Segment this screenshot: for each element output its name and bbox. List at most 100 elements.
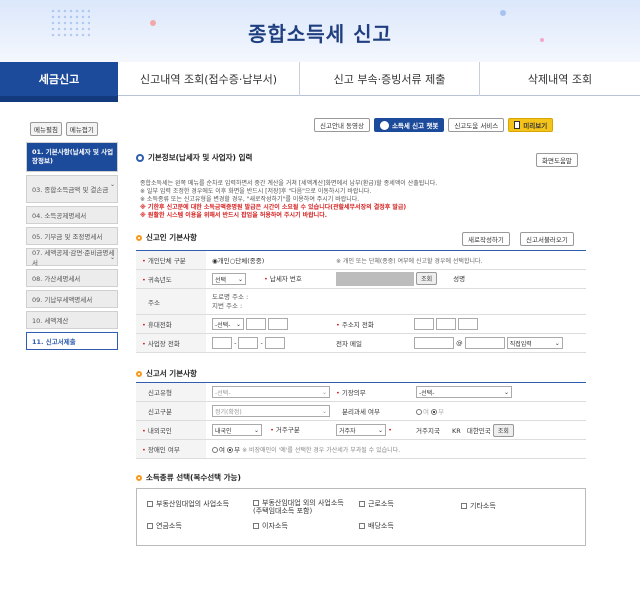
tab-deleted[interactable]: 삭제내역 조회 bbox=[480, 62, 640, 96]
biz-phone-1[interactable] bbox=[212, 337, 232, 349]
separate-tax-label: 분리과세 여부 bbox=[342, 408, 380, 416]
option-label: 부동산임대업의 사업소득 bbox=[156, 500, 230, 508]
nationality-select[interactable]: 내국인 ⌄ bbox=[212, 424, 262, 436]
new-write-button[interactable]: 새로작성하기 bbox=[462, 232, 510, 246]
checkbox[interactable] bbox=[253, 523, 259, 529]
video-guide-button[interactable]: 신고안내 동영상 bbox=[314, 118, 370, 132]
chatbot-label: 소득세 신고 챗봇 bbox=[391, 122, 439, 130]
report-kind-value: 정기(확정) bbox=[215, 408, 242, 416]
menu-expand-button[interactable]: 메뉴펼침 bbox=[30, 122, 62, 136]
income-option[interactable]: 이자소득 bbox=[253, 521, 288, 531]
home-phone-2[interactable] bbox=[436, 318, 457, 330]
label-text: 주소 bbox=[148, 298, 160, 307]
sidebar-item-submit[interactable]: 11. 신고서제출 bbox=[26, 332, 118, 350]
sidebar-item-calc[interactable]: 10. 세액계산 bbox=[26, 311, 118, 329]
email-label: 전자 메일 bbox=[336, 340, 362, 348]
checkbox[interactable] bbox=[359, 501, 365, 507]
year-label: • 귀속년도 bbox=[136, 269, 206, 289]
header-banner: 종합소득세 신고 bbox=[0, 0, 640, 62]
help-service-button[interactable]: 신고도움 서비스 bbox=[448, 118, 505, 132]
email-id-input[interactable] bbox=[414, 337, 454, 349]
email-domain-select[interactable]: 직접입력 ⌄ bbox=[506, 337, 563, 349]
radio-label: 부 bbox=[438, 408, 445, 416]
separate-yes-radio[interactable] bbox=[416, 409, 422, 415]
section-title-text: 신고서 기본사항 bbox=[146, 369, 197, 378]
mobile-last-input[interactable] bbox=[268, 318, 289, 330]
section-title-text: 소득종류 선택(복수선택 가능) bbox=[146, 473, 241, 482]
email-domain-input[interactable] bbox=[464, 337, 505, 349]
year-select[interactable]: 선택 ⌄ bbox=[212, 273, 246, 285]
notice-list: 종합소득세는 왼쪽 메뉴를 순차로 입력하면서 중간 계산을 거쳐 [세액계산]… bbox=[140, 180, 570, 220]
notice-line: ※ 원활한 시스템 이용을 위해서 반드시 팝업을 허용하여 주시기 바랍니다. bbox=[140, 212, 327, 219]
main-tabs: 세금신고 신고내역 조회(접수증·납부서) 신고 부속·증빙서류 제출 삭제내역… bbox=[0, 62, 640, 102]
label-text: 사업장 전화 bbox=[147, 340, 180, 348]
page-title: 종합소득세 신고 bbox=[248, 22, 392, 46]
tab-history[interactable]: 신고내역 조회(접수증·납부서) bbox=[118, 62, 300, 96]
income-option[interactable]: 연금소득 bbox=[147, 521, 182, 531]
checkbox[interactable] bbox=[253, 500, 259, 506]
sidebar-item-credit[interactable]: 07. 세액공제·감면·준비금명세서 ⌄ bbox=[26, 248, 118, 267]
home-phone-label: 주소지 전화 bbox=[341, 321, 374, 329]
mobile-mid-input[interactable] bbox=[246, 318, 267, 330]
preview-label: 미리보기 bbox=[523, 122, 548, 130]
section-bullet-icon bbox=[136, 370, 142, 377]
sidebar-item-label: 07. 세액공제·감면·준비금명세서 bbox=[32, 249, 115, 267]
report-kind-select[interactable]: 정기(확정) ⌄ bbox=[212, 405, 330, 417]
chevron-down-icon: ⌄ bbox=[321, 407, 327, 415]
home-phone-3[interactable] bbox=[458, 318, 479, 330]
sidebar-item-donation[interactable]: 05. 기부금 및 조정명세서 bbox=[26, 227, 118, 245]
name-label: 성명 bbox=[453, 275, 466, 283]
mobile-prefix-select[interactable]: -선택- ⌄ bbox=[212, 318, 244, 330]
biz-phone-label: • 사업장 전화 bbox=[136, 333, 206, 353]
filer-basic-table: • 개인단체 구분 ◉개인○단체(종중) ※ 개인 또는 단체(종중) 여부에 신… bbox=[136, 250, 586, 353]
residency-select[interactable]: 거주자 ⌄ bbox=[336, 424, 386, 436]
sidebar-item-penalty[interactable]: 08. 가산세명세서 bbox=[26, 269, 118, 287]
income-option[interactable]: 기타소득 bbox=[461, 501, 496, 511]
checkbox[interactable] bbox=[461, 503, 467, 509]
report-basic-table: 신고유형 -선택- ⌄ • 기장의무 -선택- ⌄ 신고구분 정기(확정) ⌄ 분리과세… bbox=[136, 382, 586, 459]
report-type-select[interactable]: -선택- ⌄ bbox=[212, 386, 330, 398]
sidebar-item-basic[interactable]: 01. 기본사항(납세자 및 사업장정보) bbox=[26, 142, 118, 172]
mobile-prefix-value: -선택- bbox=[215, 321, 231, 329]
section-bullet-icon bbox=[136, 474, 142, 481]
chevron-down-icon: ⌄ bbox=[109, 254, 115, 261]
menu-collapse-button[interactable]: 메뉴접기 bbox=[65, 122, 98, 136]
sidebar-item-prepaid[interactable]: 09. 기납부세액명세서 bbox=[26, 290, 118, 308]
home-phone-1[interactable] bbox=[414, 318, 434, 330]
tab-documents[interactable]: 신고 부속·증빙서류 제출 bbox=[300, 62, 480, 96]
lot-address: 지번 주소 : bbox=[212, 301, 243, 310]
bookkeeping-select[interactable]: -선택- ⌄ bbox=[416, 386, 512, 398]
option-label: 이자소득 bbox=[262, 522, 288, 530]
type-radio-group[interactable]: ◉개인○단체(종중) bbox=[206, 250, 336, 270]
nationality-value: 내국인 bbox=[215, 427, 232, 435]
load-return-button[interactable]: 신고서불러오기 bbox=[520, 232, 574, 246]
country-code: KR bbox=[452, 426, 461, 435]
tab-tax-filing[interactable]: 세금신고 bbox=[0, 62, 118, 102]
country-query-button[interactable]: 조회 bbox=[492, 423, 514, 437]
address-label: 주소 bbox=[136, 288, 206, 315]
disability-yes-radio[interactable] bbox=[212, 447, 218, 453]
screen-help-button[interactable]: 화면도움말 bbox=[536, 153, 578, 167]
checkbox[interactable] bbox=[147, 501, 153, 507]
chatbot-button[interactable]: 소득세 신고 챗봇 bbox=[373, 118, 445, 132]
residency-label: 거주구분 bbox=[275, 426, 300, 434]
tin-query-button[interactable]: 조회 bbox=[416, 272, 438, 285]
residency-value: 거주자 bbox=[339, 427, 356, 435]
disability-no-radio[interactable] bbox=[227, 447, 234, 453]
checkbox[interactable] bbox=[147, 523, 153, 529]
tin-field bbox=[336, 272, 414, 286]
radio-label: 부 bbox=[234, 446, 241, 454]
type-label: • 개인단체 구분 bbox=[136, 250, 206, 270]
biz-phone-3[interactable] bbox=[264, 337, 285, 349]
biz-phone-2[interactable] bbox=[238, 337, 259, 349]
sidebar-item-deduction[interactable]: 04. 소득공제명세서 bbox=[26, 206, 118, 224]
separate-no-radio[interactable] bbox=[431, 409, 438, 415]
checkbox[interactable] bbox=[359, 523, 365, 529]
sidebar-item-income[interactable]: 03. 종합소득금액 및 결손금 ⌄ bbox=[26, 175, 118, 203]
income-option[interactable]: 부동산임대업의 사업소득 bbox=[147, 499, 229, 509]
income-option[interactable]: 배당소득 bbox=[359, 521, 394, 531]
income-option[interactable]: 부동산임대업 외의 사업소득 (주택임대소득 포함) bbox=[253, 499, 344, 515]
preview-button[interactable]: 미리보기 bbox=[508, 118, 554, 132]
income-type-box: 부동산임대업의 사업소득 부동산임대업 외의 사업소득 (주택임대소득 포함) … bbox=[136, 488, 586, 546]
income-option[interactable]: 근로소득 bbox=[359, 499, 394, 509]
